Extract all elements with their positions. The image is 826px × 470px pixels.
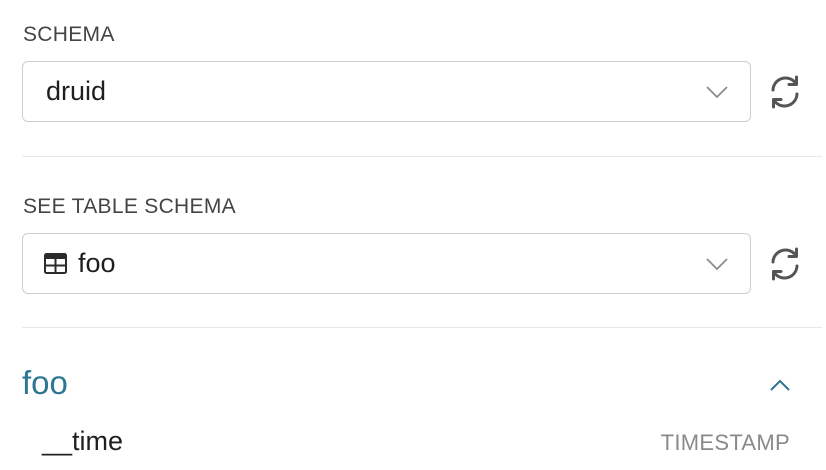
chevron-up-icon[interactable] — [769, 378, 791, 392]
column-type: TIMESTAMP — [660, 430, 790, 455]
schema-select[interactable]: druid — [22, 61, 751, 122]
table-select-value: foo — [78, 248, 116, 278]
column-name: __time — [42, 426, 124, 456]
table-select[interactable]: foo — [22, 233, 751, 294]
schema-select-value: druid — [46, 76, 107, 106]
table-schema-label: SEE TABLE SCHEMA — [23, 195, 236, 218]
section-divider — [22, 327, 822, 328]
refresh-icon[interactable] — [767, 246, 803, 282]
table-title[interactable]: foo — [22, 364, 68, 402]
chevron-down-icon — [706, 257, 728, 270]
schema-panel: SCHEMA druid SEE TABLE SCHEMA foo foo __… — [0, 0, 826, 470]
section-divider — [22, 156, 822, 157]
schema-label: SCHEMA — [23, 23, 115, 46]
chevron-down-icon — [706, 85, 728, 98]
refresh-icon[interactable] — [767, 74, 803, 110]
table-icon — [44, 253, 67, 274]
